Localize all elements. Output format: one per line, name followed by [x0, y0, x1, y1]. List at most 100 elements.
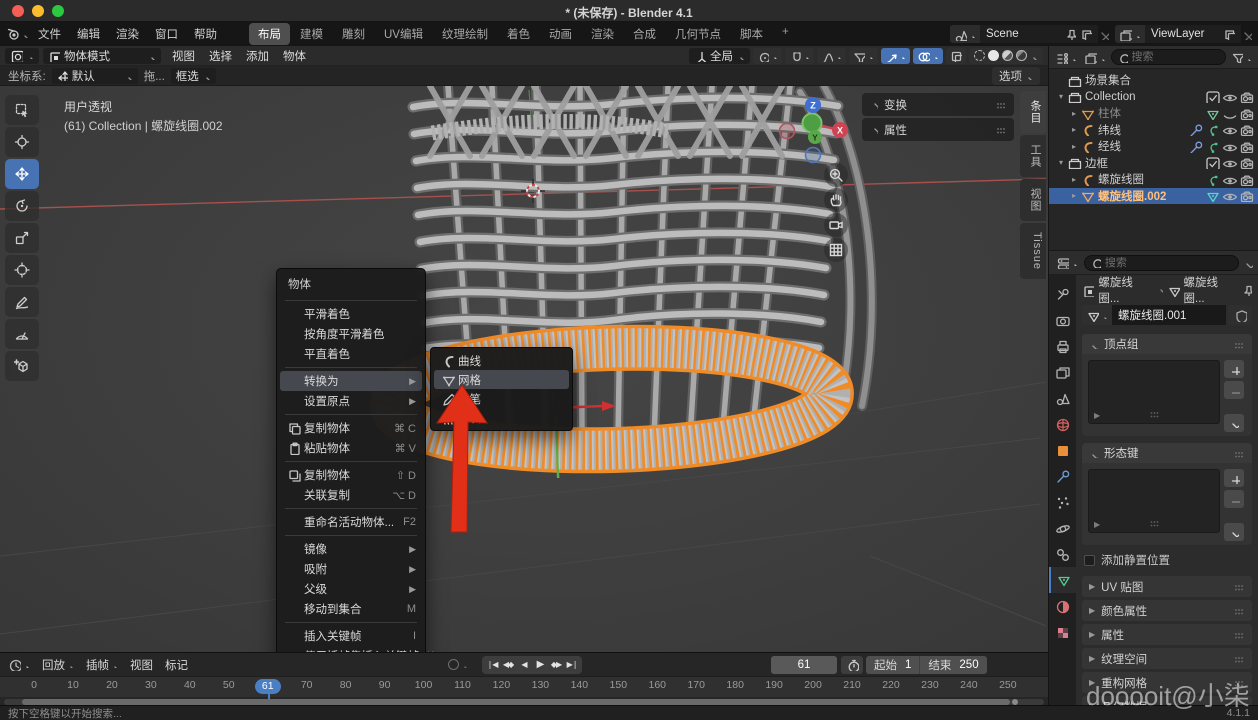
outliner-row[interactable]: ▸ 柱体 [1049, 105, 1258, 122]
properties-tab[interactable] [1049, 385, 1076, 411]
expander-icon[interactable]: ▸ [1068, 109, 1080, 118]
submenu-item[interactable]: 网格 [434, 370, 569, 389]
context-menu-item[interactable]: 插入关键帧 I ▶ [280, 626, 422, 646]
workspace-tab[interactable]: 建模 [291, 23, 332, 45]
scene-selector[interactable]: Scene [950, 25, 1109, 43]
jump-to-start-button[interactable]: ❘◀ [484, 657, 500, 673]
timeline-menu-item[interactable]: 回放 [36, 655, 80, 675]
menu-item[interactable]: 文件 [30, 23, 69, 45]
tool-button[interactable] [5, 127, 39, 157]
timeline-editor-button[interactable] [6, 657, 32, 672]
jump-to-end-button[interactable]: ▶❘ [564, 657, 580, 673]
add-shape-key-button[interactable] [1224, 469, 1244, 487]
context-menu-item[interactable]: 平滑着色 ▶ [280, 304, 422, 324]
collapsed-panel-header[interactable]: ▶ 几何数据 [1082, 696, 1252, 705]
disable-render-icon[interactable] [1239, 90, 1254, 103]
tool-button[interactable] [5, 351, 39, 381]
use-preview-range-button[interactable] [841, 656, 863, 674]
context-menu-item[interactable]: 转换为 ▶ [280, 371, 422, 391]
workspace-tab[interactable]: 几何节点 [666, 23, 730, 45]
current-frame-field[interactable]: 61 [771, 656, 837, 674]
workspace-tab[interactable]: 纹理绘制 [433, 23, 497, 45]
workspace-tab[interactable]: UV编辑 [375, 23, 432, 45]
disable-render-icon[interactable] [1239, 107, 1254, 120]
sidebar-tab[interactable]: 工具 [1020, 135, 1046, 177]
frame-end-field[interactable]: 结束250 [919, 656, 986, 674]
disable-render-icon[interactable] [1239, 173, 1254, 186]
xray-toggle[interactable] [946, 48, 966, 64]
remove-vertex-group-button[interactable] [1224, 381, 1244, 399]
menu-item[interactable]: 窗口 [147, 23, 186, 45]
outliner-row[interactable]: ▸ 螺旋线圈 [1049, 171, 1258, 188]
snap-magnet-dropdown[interactable] [785, 48, 814, 64]
submenu-item[interactable]: 蜡笔 [434, 389, 569, 408]
context-menu-item[interactable]: ▶ [285, 367, 417, 368]
menu-item[interactable]: 编辑 [69, 23, 108, 45]
sidebar-panel-header[interactable]: 属性 [862, 118, 1014, 141]
gizmos-toggle[interactable] [881, 48, 910, 64]
workspace-tab[interactable]: + [773, 23, 798, 45]
disable-render-icon[interactable] [1239, 140, 1254, 153]
sidebar-tab[interactable]: Tissue [1020, 223, 1046, 279]
viewlayer-selector[interactable]: ViewLayer [1115, 25, 1252, 43]
grip-icon[interactable] [1232, 676, 1245, 689]
properties-tab[interactable] [1049, 307, 1076, 333]
workspace-tab[interactable]: 脚本 [731, 23, 772, 45]
timeline-menu-item[interactable]: 标记 [159, 655, 194, 675]
material-preview-button[interactable] [1002, 50, 1013, 61]
outliner-row[interactable]: ▸ 经线 [1049, 138, 1258, 155]
sidebar-tab[interactable]: 视图 [1020, 179, 1046, 221]
remove-shape-key-button[interactable] [1224, 490, 1244, 508]
workspace-tab[interactable]: 着色 [498, 23, 539, 45]
rest-position-checkbox[interactable] [1084, 555, 1095, 566]
vertex-groups-list[interactable]: ▶ [1088, 360, 1220, 424]
menu-item[interactable]: 渲染 [108, 23, 147, 45]
context-menu-item[interactable]: 重命名活动物体... F2 ▶ [280, 512, 422, 532]
outliner-display-mode-button[interactable] [1082, 50, 1108, 65]
grip-icon[interactable] [1232, 447, 1245, 460]
blender-logo-icon[interactable] [6, 25, 28, 43]
context-menu-item[interactable]: 设置原点 ▶ [280, 391, 422, 411]
new-scene-icon[interactable] [1080, 28, 1092, 40]
tool-button[interactable] [5, 223, 39, 253]
viewport-3d[interactable]: Z X Y [0, 86, 1048, 652]
rendered-shading-button[interactable] [1016, 50, 1027, 61]
properties-tab[interactable] [1049, 281, 1076, 307]
proportional-edit-dropdown[interactable] [817, 48, 846, 64]
breadcrumb-object[interactable]: 螺旋线圈... [1098, 275, 1151, 306]
context-menu-item[interactable]: 复制物体 ⇧ D ▶ [280, 465, 422, 485]
collapsed-panel-header[interactable]: ▶ 纹理空间 [1082, 648, 1252, 669]
context-menu-item[interactable]: 粘贴物体 ⌘ V ▶ [280, 438, 422, 458]
timeline-ruler[interactable]: 0102030405061708090100110120130140150160… [0, 677, 1048, 697]
breadcrumb-data[interactable]: 螺旋线圈... [1184, 275, 1237, 306]
outliner-row[interactable]: ▸ 纬线 [1049, 122, 1258, 139]
collapsed-panel-header[interactable]: ▶ UV 贴图 [1082, 576, 1252, 597]
frame-start-field[interactable]: 起始1 [866, 656, 919, 674]
new-viewlayer-icon[interactable] [1223, 28, 1235, 40]
outliner-row[interactable]: ▸ 螺旋线圈.002 [1049, 188, 1258, 205]
sidebar-tab[interactable]: 条目 [1020, 91, 1046, 133]
editor-type-button[interactable] [5, 48, 39, 64]
viewlayer-icon[interactable] [1115, 25, 1145, 43]
context-menu-item[interactable]: ▶ [285, 622, 417, 623]
properties-tab[interactable] [1049, 411, 1076, 437]
shading-dropdown-icon[interactable] [1030, 52, 1038, 60]
outliner-row[interactable]: 场景集合 [1049, 72, 1258, 89]
grip-icon[interactable] [994, 123, 1007, 136]
properties-tab[interactable] [1049, 437, 1076, 463]
coord-system-dropdown[interactable]: 默认 [52, 68, 138, 84]
play-button[interactable]: ▶ [532, 657, 548, 673]
disable-render-icon[interactable] [1239, 189, 1254, 202]
overlays-toggle[interactable] [913, 48, 943, 64]
datablock-type-button[interactable] [1082, 305, 1112, 325]
collection-checkbox-icon[interactable] [1205, 90, 1220, 103]
solid-shading-button[interactable] [988, 50, 999, 61]
properties-editor-button[interactable] [1054, 255, 1080, 270]
disable-render-icon[interactable] [1239, 123, 1254, 136]
collapsed-panel-header[interactable]: ▶ 颜色属性 [1082, 600, 1252, 621]
context-menu-item[interactable]: 移动到集合 M ▶ [280, 599, 422, 619]
properties-tab[interactable] [1049, 515, 1076, 541]
viewport-menu-item[interactable]: 选择 [202, 46, 239, 66]
auto-keying-toggle[interactable] [448, 659, 468, 670]
remove-viewlayer-icon[interactable] [1241, 29, 1252, 40]
